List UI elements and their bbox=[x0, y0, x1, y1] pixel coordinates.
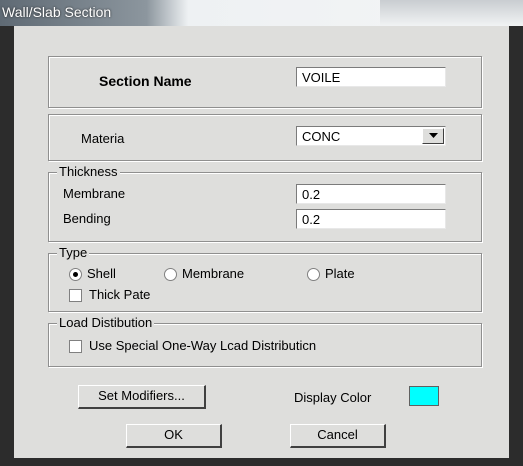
section-name-input[interactable]: VOILE bbox=[296, 67, 446, 87]
load-distribution-group-label: Load Distibution bbox=[57, 315, 155, 331]
thick-plate-label[interactable]: Thick Pate bbox=[89, 287, 150, 303]
material-label: Materia bbox=[81, 131, 125, 146]
plate-radio[interactable] bbox=[307, 268, 320, 281]
thickness-group-label: Thickness bbox=[57, 164, 120, 180]
dialog-body: Section Name VOILE Materia CONC Thicknes… bbox=[14, 26, 509, 458]
membrane-radio[interactable] bbox=[164, 268, 177, 281]
radio-selected-dot bbox=[73, 272, 78, 277]
window-frame-left bbox=[0, 26, 14, 466]
type-group: Type Shell Membrane Plate Thick Pate bbox=[48, 245, 482, 312]
material-selected-value: CONC bbox=[302, 129, 341, 144]
set-modifiers-button[interactable]: Set Modifiers... bbox=[78, 385, 206, 409]
window-frame-right bbox=[509, 26, 523, 466]
special-one-way-label[interactable]: Use Special One-Way Lcad Distributicn bbox=[89, 338, 316, 354]
membrane-thickness-label: Membrane bbox=[63, 186, 126, 201]
display-color-swatch[interactable] bbox=[409, 386, 439, 406]
section-name-panel: Section Name VOILE bbox=[48, 56, 482, 108]
display-color-label: Display Color bbox=[294, 390, 372, 405]
shell-radio[interactable] bbox=[69, 268, 82, 281]
membrane-thickness-input[interactable]: 0.2 bbox=[296, 184, 446, 204]
window-title: Wall/Slab Section bbox=[2, 4, 112, 20]
material-select[interactable]: CONC bbox=[296, 126, 446, 146]
thick-plate-checkbox[interactable] bbox=[69, 289, 82, 302]
shell-radio-label[interactable]: Shell bbox=[87, 266, 116, 282]
title-bar[interactable]: Wall/Slab Section bbox=[0, 0, 523, 26]
thickness-group: Thickness Membrane 0.2 Bending 0.2 bbox=[48, 164, 482, 242]
window-frame-bottom bbox=[0, 458, 523, 466]
material-dropdown-button[interactable] bbox=[422, 128, 444, 144]
title-bar-decoration bbox=[380, 0, 523, 26]
material-panel: Materia CONC bbox=[48, 114, 482, 161]
bending-thickness-input[interactable]: 0.2 bbox=[296, 209, 446, 229]
load-distribution-group: Load Distibution Use Special One-Way Lca… bbox=[48, 315, 482, 367]
ok-button[interactable]: OK bbox=[126, 424, 222, 448]
membrane-radio-label[interactable]: Membrane bbox=[182, 266, 244, 282]
special-one-way-checkbox[interactable] bbox=[69, 340, 82, 353]
section-name-label: Section Name bbox=[99, 73, 192, 89]
chevron-down-icon bbox=[429, 133, 438, 138]
plate-radio-label[interactable]: Plate bbox=[325, 266, 355, 282]
type-group-label: Type bbox=[57, 245, 90, 261]
bending-thickness-label: Bending bbox=[63, 211, 111, 226]
cancel-button[interactable]: Cancel bbox=[290, 424, 386, 448]
